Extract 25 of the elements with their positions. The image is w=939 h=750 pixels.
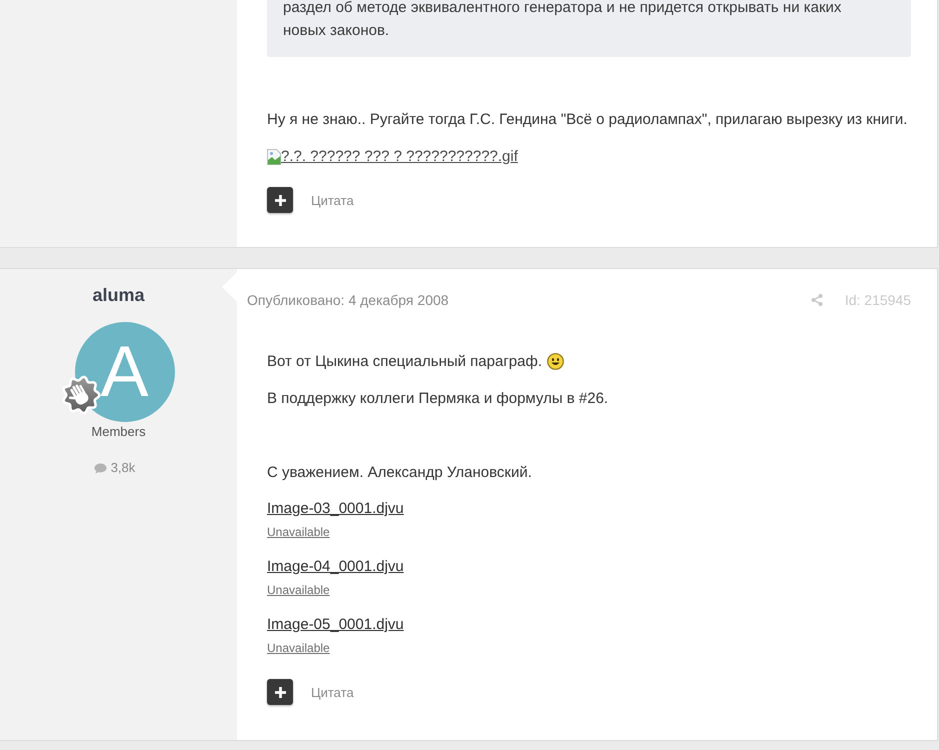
post-text: В поддержку коллеги Пермяка и формулы в #26. [267, 389, 608, 409]
plus-icon [274, 194, 286, 206]
post-text: С уважением. Александр Улановский. [267, 463, 532, 483]
post-count: 3,8k [110, 460, 136, 476]
hand-badge-icon [60, 375, 100, 415]
multiquote-button[interactable] [267, 187, 293, 213]
member-group: Members [91, 424, 146, 440]
quote-link[interactable]: Цитата [311, 684, 354, 700]
multiquote-button[interactable] [267, 679, 293, 705]
quote-link[interactable]: Цитата [311, 192, 354, 208]
broken-image-link[interactable]: ?.?. ?????? ??? ? ???????????.gif [267, 145, 518, 168]
quote-text: раздел об методе эквивалентного генератора и не придется открывать ни каких новых законов. [283, 0, 842, 39]
post-text: Вот от Цыкина специальный параграф. [267, 352, 542, 372]
comment-icon [94, 462, 107, 474]
broken-image-icon [267, 148, 281, 164]
attachment-status[interactable]: Unavailable [267, 640, 330, 656]
username-link[interactable]: aluma [92, 283, 145, 307]
attachment-status[interactable]: Unavailable [267, 524, 330, 540]
plus-icon [274, 686, 286, 698]
attachment-status[interactable]: Unavailable [267, 582, 330, 598]
post-date: Опубликовано: 4 декабря 2008 [247, 292, 449, 308]
attachment-link[interactable]: Image-04_0001.djvu [267, 556, 404, 577]
attachment-link[interactable]: Image-05_0001.djvu [267, 614, 404, 635]
post-text: Ну я не знаю.. Ругайте тогда Г.С. Гендина "Всё о радиолампах", прилагаю вырезку из книги. [267, 110, 908, 130]
attachment-link[interactable]: Image-03_0001.djvu [267, 498, 404, 519]
